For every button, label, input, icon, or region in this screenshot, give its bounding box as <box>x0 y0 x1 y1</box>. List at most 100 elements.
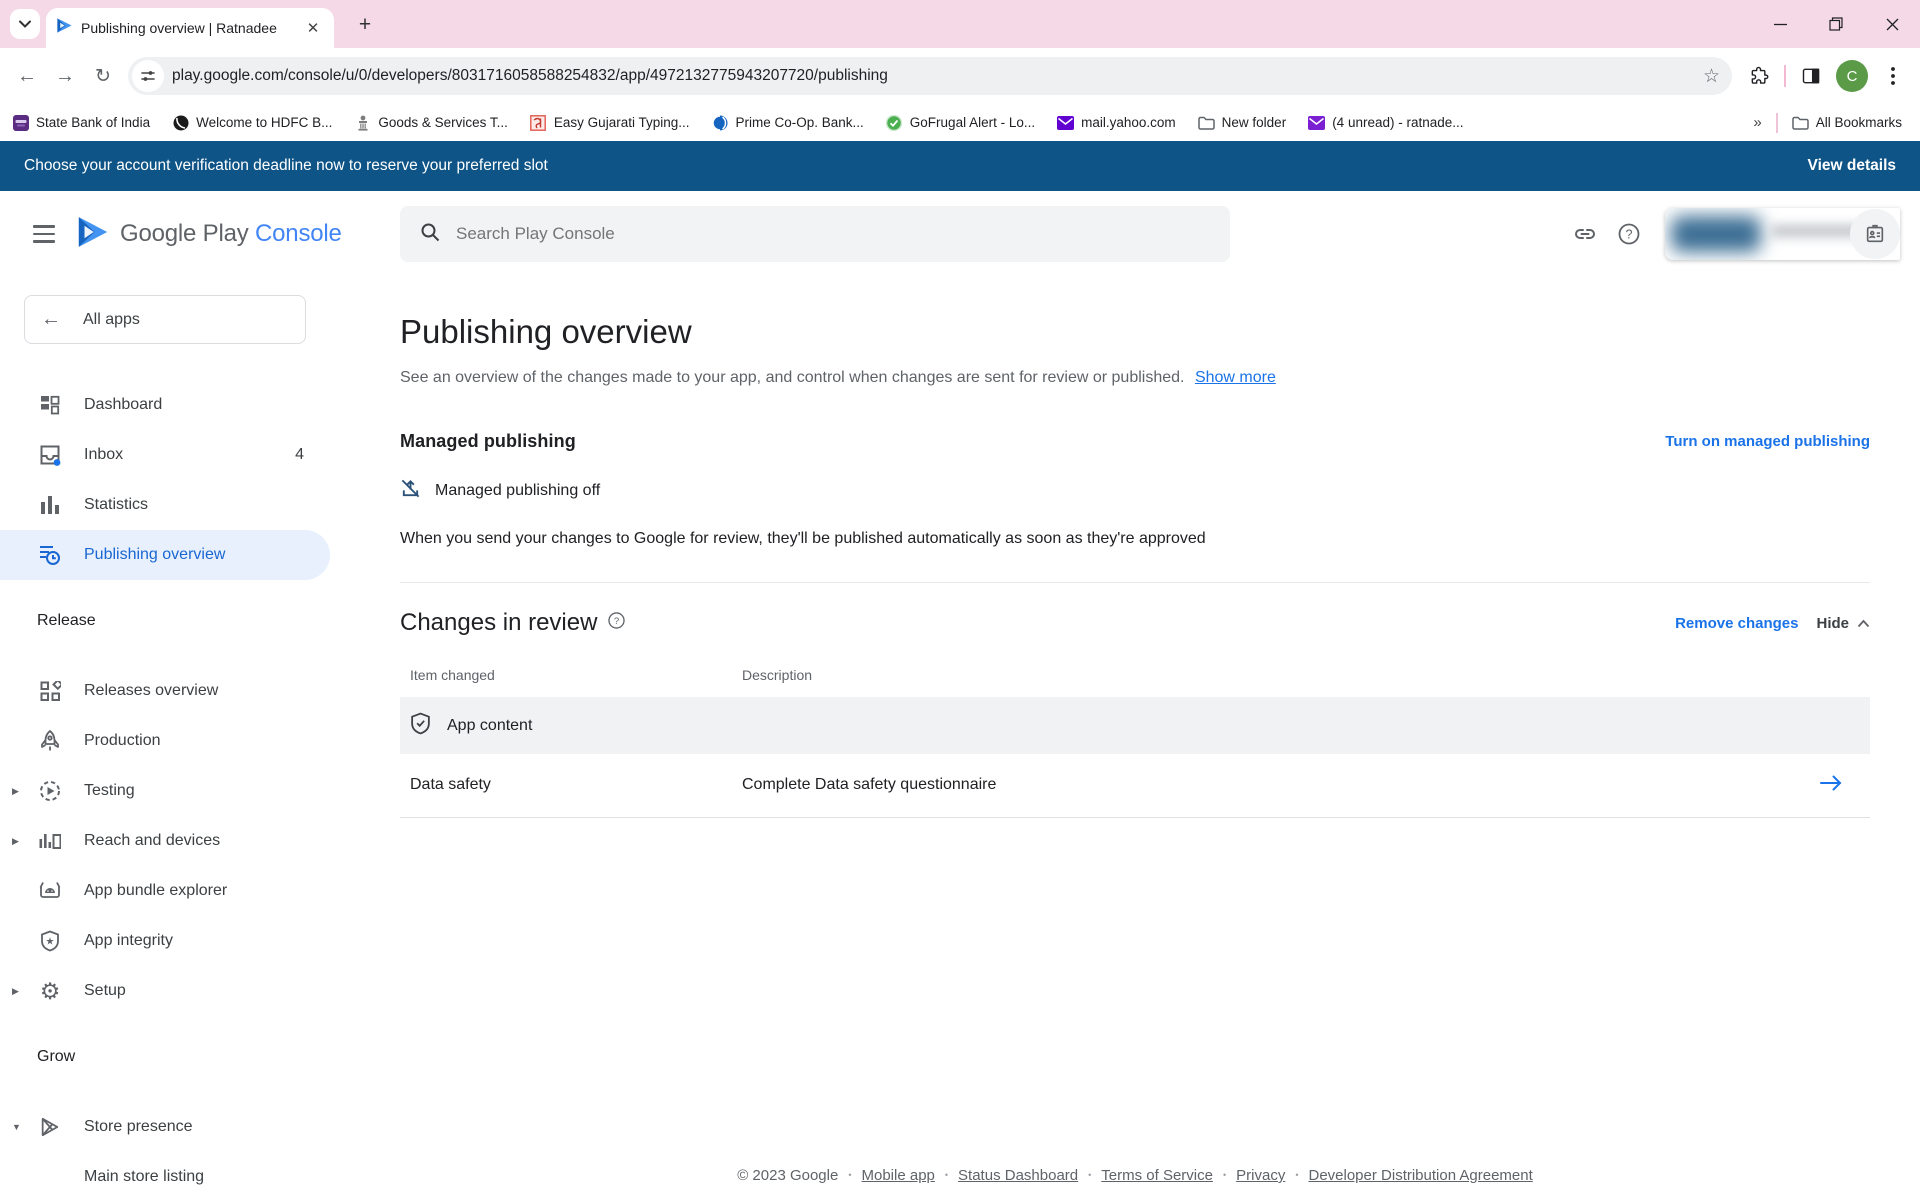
reload-button[interactable]: ↻ <box>84 57 122 95</box>
bookmark-prime-bank[interactable]: Prime Co-Op. Bank... <box>712 114 864 131</box>
hamburger-menu-icon[interactable] <box>22 212 66 256</box>
bookmarks-overflow-icon[interactable]: » <box>1753 114 1761 131</box>
sidebar-item-inbox[interactable]: Inbox 4 <box>0 430 330 480</box>
browser-tab-strip: Publishing overview | Ratnadee ✕ + <box>0 0 1920 48</box>
table-row-data-safety[interactable]: Data safety Complete Data safety questio… <box>400 754 1870 817</box>
view-details-button[interactable]: View details <box>1808 157 1896 175</box>
browser-tab[interactable]: Publishing overview | Ratnadee ✕ <box>46 8 334 48</box>
all-apps-button[interactable]: ← All apps <box>24 295 306 344</box>
expand-triangle-icon[interactable]: ▶ <box>12 786 19 797</box>
bookmark-gofrugal[interactable]: GoFrugal Alert - Lo... <box>886 114 1035 131</box>
chevron-down-icon <box>19 15 31 33</box>
hide-toggle[interactable]: Hide <box>1816 615 1870 632</box>
footer-link-status-dashboard[interactable]: Status Dashboard <box>958 1167 1078 1184</box>
banner-text: Choose your account verification deadlin… <box>24 157 548 175</box>
collapse-triangle-icon[interactable]: ▼ <box>12 1122 21 1132</box>
bookmarks-bar: State Bank of India Welcome to HDFC B...… <box>0 104 1920 141</box>
side-panel-icon[interactable] <box>1792 57 1830 95</box>
section-divider <box>400 582 1870 583</box>
expand-triangle-icon[interactable]: ▶ <box>12 836 19 847</box>
sidebar-item-setup[interactable]: ▶ ⚙ Setup <box>0 966 330 1016</box>
sidebar-item-dashboard[interactable]: Dashboard <box>0 380 330 430</box>
footer-link-terms[interactable]: Terms of Service <box>1101 1167 1213 1184</box>
bookmarks-separator <box>1776 113 1778 133</box>
browser-menu-kebab-icon[interactable] <box>1874 57 1912 95</box>
url-text[interactable]: play.google.com/console/u/0/developers/8… <box>172 67 1703 85</box>
table-group-row-app-content: App content <box>400 697 1870 754</box>
footer: © 2023 Google Mobile app Status Dashboar… <box>400 1167 1870 1184</box>
bookmark-unread-mail[interactable]: (4 unread) - ratnade... <box>1308 114 1463 131</box>
sidebar: ← All apps Dashboard Inbox 4 S <box>0 277 330 1198</box>
managed-publishing-off-icon <box>400 478 421 504</box>
sidebar-item-store-presence[interactable]: ▼ Store presence <box>0 1102 330 1152</box>
yono-sbi-icon <box>12 114 29 131</box>
address-bar[interactable]: play.google.com/console/u/0/developers/8… <box>128 57 1732 95</box>
search-input[interactable] <box>456 224 1210 244</box>
back-button[interactable]: ← <box>8 57 46 95</box>
sidebar-item-app-integrity[interactable]: ★ App integrity <box>0 916 330 966</box>
link-icon[interactable] <box>1563 212 1607 256</box>
sidebar-item-publishing-overview[interactable]: Publishing overview <box>0 530 330 580</box>
bookmark-new-folder[interactable]: New folder <box>1198 114 1287 131</box>
browser-toolbar: ← → ↻ play.google.com/console/u/0/develo… <box>0 48 1920 104</box>
section-label-grow: Grow <box>37 1048 330 1066</box>
tab-title: Publishing overview | Ratnadee <box>81 20 294 36</box>
blurred-avatar <box>1671 216 1761 252</box>
sidebar-item-reach-and-devices[interactable]: ▶ Reach and devices <box>0 816 330 866</box>
footer-link-dda[interactable]: Developer Distribution Agreement <box>1308 1167 1532 1184</box>
bookmark-gst[interactable]: Goods & Services T... <box>354 114 508 131</box>
all-bookmarks-button[interactable]: All Bookmarks <box>1792 114 1902 131</box>
reach-devices-icon <box>38 832 62 850</box>
remove-changes-link[interactable]: Remove changes <box>1675 615 1798 632</box>
browser-profile-avatar[interactable]: C <box>1836 60 1868 92</box>
section-label-release: Release <box>37 612 330 630</box>
svg-text:★: ★ <box>46 937 55 948</box>
changes-in-review-title: Changes in review <box>400 609 597 637</box>
gujarati-glyph-icon <box>530 114 547 131</box>
bookmark-yahoo-mail[interactable]: mail.yahoo.com <box>1057 114 1176 131</box>
sidebar-item-releases-overview[interactable]: Releases overview <box>0 666 330 716</box>
help-circle-icon[interactable]: ? <box>607 611 626 635</box>
minimize-button[interactable] <box>1752 0 1808 48</box>
help-icon[interactable]: ? <box>1607 212 1651 256</box>
sidebar-item-app-bundle-explorer[interactable]: App bundle explorer <box>0 866 330 916</box>
extensions-icon[interactable] <box>1740 57 1778 95</box>
svg-text:?: ? <box>614 616 619 627</box>
turn-on-managed-publishing-link[interactable]: Turn on managed publishing <box>1665 433 1870 450</box>
id-badge-icon[interactable] <box>1850 209 1900 259</box>
sidebar-item-main-store-listing[interactable]: Main store listing <box>0 1152 330 1200</box>
tab-search-button[interactable] <box>10 9 40 39</box>
shield-star-icon: ★ <box>38 930 62 952</box>
sidebar-item-testing[interactable]: ▶ Testing <box>0 766 330 816</box>
show-more-link[interactable]: Show more <box>1195 369 1276 386</box>
new-tab-button[interactable]: + <box>352 12 378 38</box>
console-search-bar[interactable] <box>400 206 1230 262</box>
prime-bank-icon <box>712 114 729 131</box>
play-console-logo[interactable]: Google Play Console <box>76 215 342 254</box>
statistics-icon <box>38 496 62 514</box>
managed-publishing-title: Managed publishing <box>400 431 576 452</box>
restore-button[interactable] <box>1808 0 1864 48</box>
site-settings-icon[interactable] <box>132 60 164 92</box>
mail-icon <box>1057 114 1074 131</box>
bookmark-star-icon[interactable]: ☆ <box>1703 65 1720 88</box>
close-button[interactable] <box>1864 0 1920 48</box>
store-presence-icon <box>38 1116 62 1138</box>
svg-text:?: ? <box>1626 228 1633 242</box>
column-header-item-changed: Item changed <box>400 667 732 697</box>
arrow-right-icon[interactable] <box>1820 778 1842 795</box>
app-bundle-icon <box>38 881 62 901</box>
publishing-overview-icon <box>38 544 62 566</box>
main-content: Publishing overview See an overview of t… <box>330 277 1920 1198</box>
bookmark-hdfc[interactable]: Welcome to HDFC B... <box>172 114 332 131</box>
sidebar-item-statistics[interactable]: Statistics <box>0 480 330 530</box>
sidebar-item-production[interactable]: Production <box>0 716 330 766</box>
footer-link-mobile-app[interactable]: Mobile app <box>862 1167 935 1184</box>
copyright-text: © 2023 Google <box>737 1167 838 1184</box>
bookmark-sbi[interactable]: State Bank of India <box>12 114 150 131</box>
bookmark-gujarati-typing[interactable]: Easy Gujarati Typing... <box>530 114 690 131</box>
expand-triangle-icon[interactable]: ▶ <box>12 986 19 997</box>
footer-link-privacy[interactable]: Privacy <box>1236 1167 1285 1184</box>
forward-button[interactable]: → <box>46 57 84 95</box>
tab-close-icon[interactable]: ✕ <box>302 17 324 39</box>
